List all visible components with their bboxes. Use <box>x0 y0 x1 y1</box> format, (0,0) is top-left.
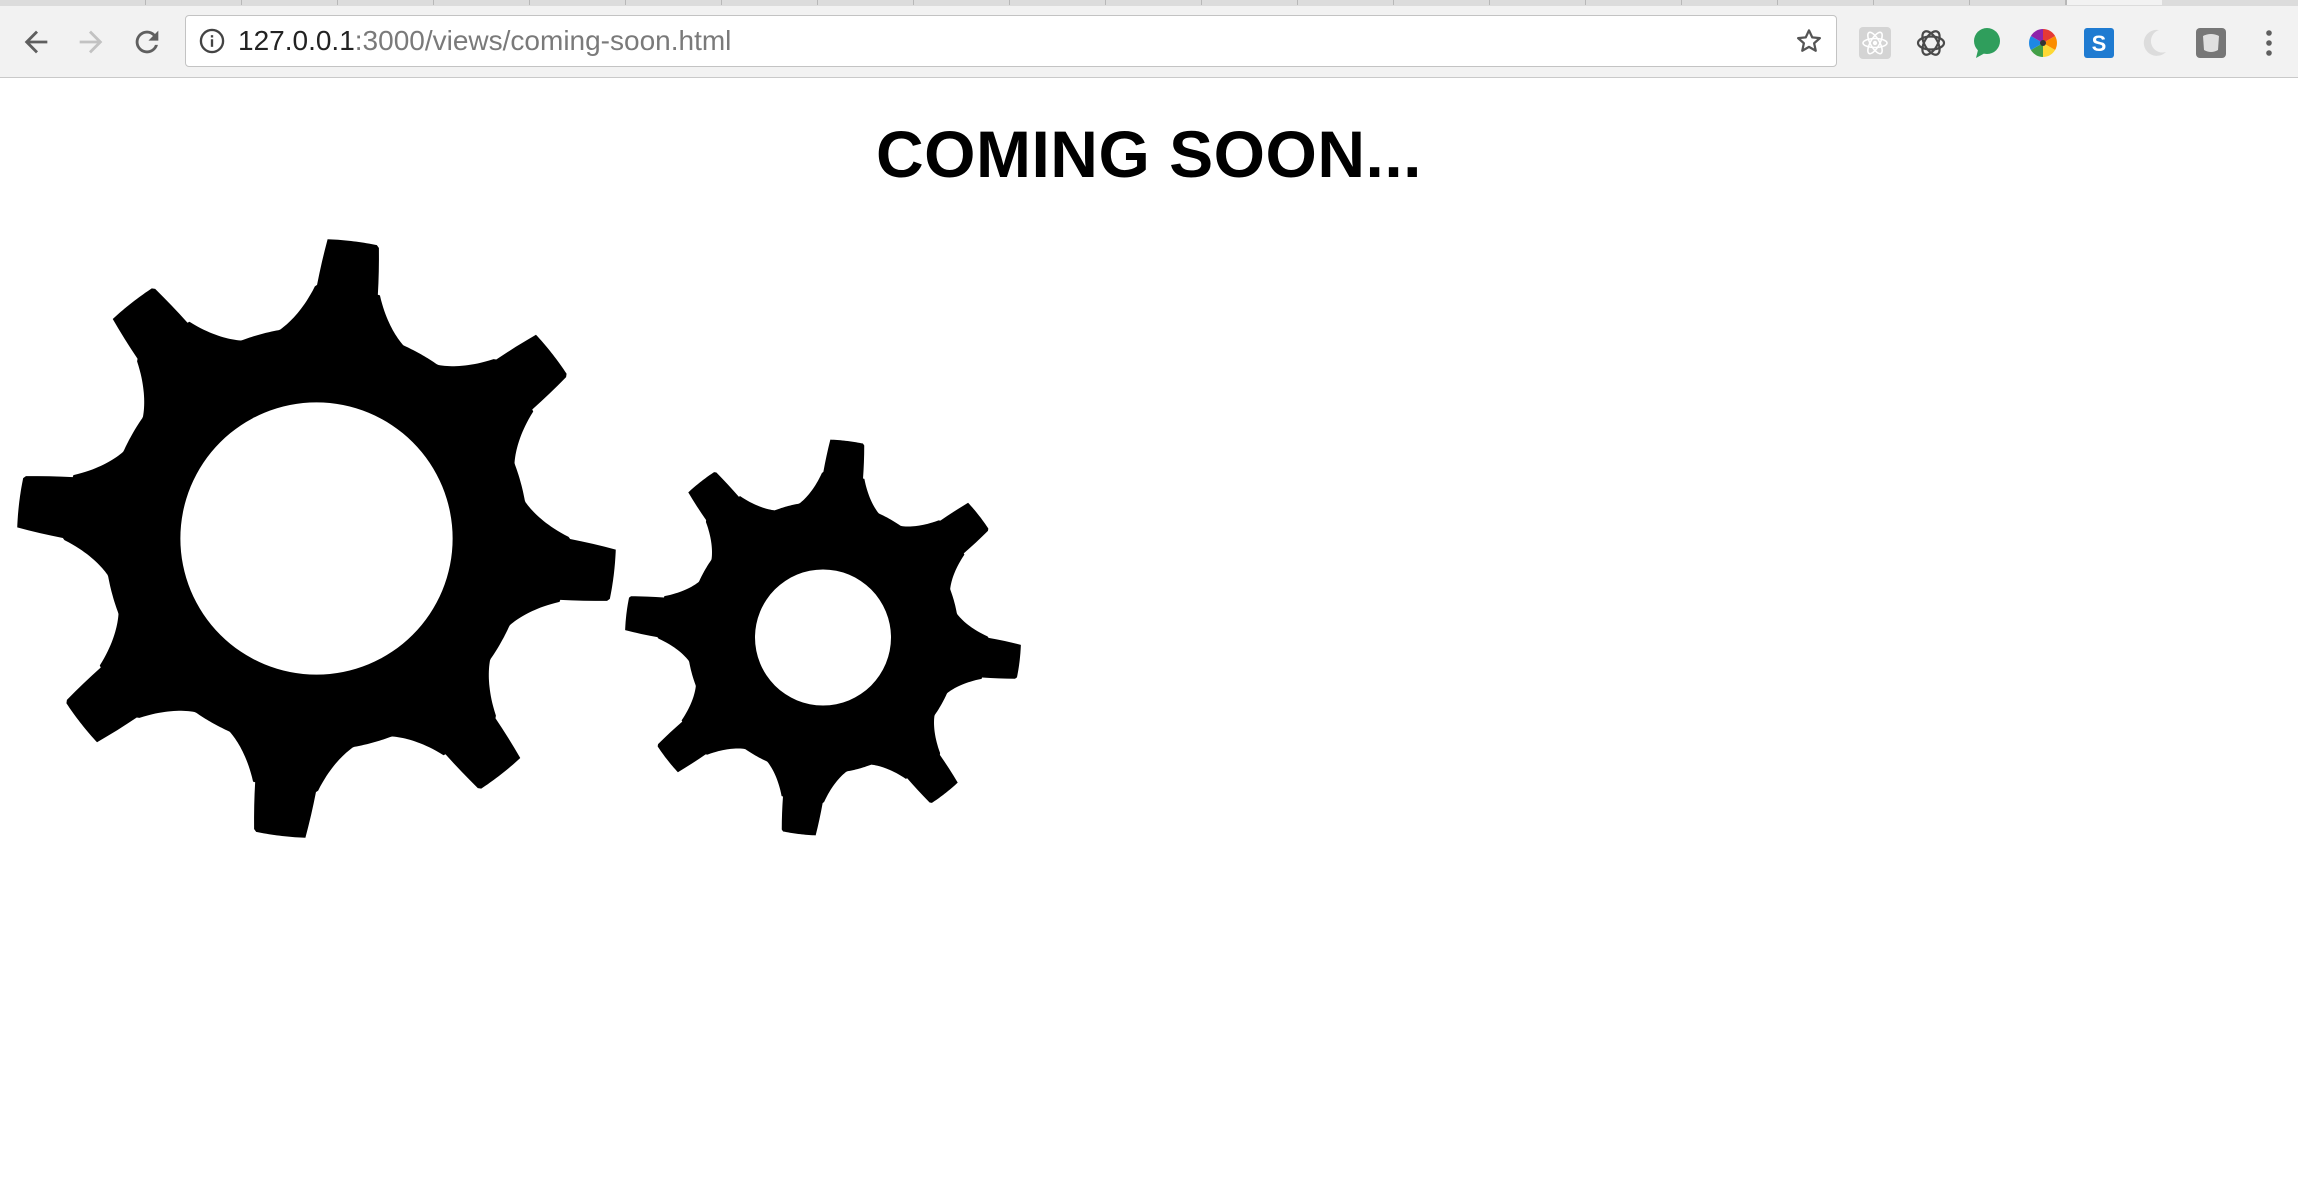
star-icon[interactable] <box>1794 26 1824 56</box>
chatgpt-icon <box>1916 30 1946 56</box>
tab[interactable] <box>146 0 242 5</box>
extension-color-wheel[interactable] <box>2026 26 2060 60</box>
green-chat-icon <box>1974 28 2000 58</box>
gear-icon <box>625 439 1021 836</box>
info-icon[interactable] <box>198 27 226 55</box>
page-title: COMING SOON... <box>875 117 1423 191</box>
tab[interactable] <box>1010 0 1106 5</box>
tab[interactable] <box>1106 0 1202 5</box>
tab[interactable] <box>1682 0 1778 5</box>
tab[interactable] <box>242 0 338 5</box>
react-devtools-icon <box>1859 27 1891 59</box>
tab[interactable] <box>1202 0 1298 5</box>
tab[interactable] <box>1298 0 1394 5</box>
grey-square-icon <box>2196 28 2226 58</box>
arrow-left-icon <box>24 30 48 54</box>
extension-moon[interactable] <box>2138 26 2172 60</box>
tab[interactable] <box>530 0 626 5</box>
tab[interactable] <box>1874 0 1970 5</box>
tab[interactable] <box>1490 0 1586 5</box>
svg-text:S: S <box>2092 31 2107 56</box>
extension-react-devtools[interactable] <box>1858 26 1892 60</box>
url-host: 127.0.0.1 <box>238 25 355 56</box>
extension-green-chat[interactable] <box>1970 26 2004 60</box>
arrow-right-icon <box>79 30 103 54</box>
gear-icon <box>17 239 616 838</box>
forward-button[interactable] <box>71 22 111 62</box>
tab[interactable] <box>626 0 722 5</box>
tab[interactable] <box>722 0 818 5</box>
tab[interactable] <box>0 0 146 5</box>
address-bar[interactable]: 127.0.0.1:3000/views/coming-soon.html <box>185 15 1837 67</box>
kebab-menu-icon[interactable] <box>2254 26 2284 60</box>
color-wheel-icon <box>2029 29 2057 57</box>
tab[interactable] <box>1970 0 2066 5</box>
tab[interactable] <box>1778 0 1874 5</box>
tab[interactable] <box>338 0 434 5</box>
tab-active[interactable] <box>2066 0 2162 5</box>
tab[interactable] <box>434 0 530 5</box>
extension-grey-square[interactable] <box>2194 26 2228 60</box>
url-text[interactable]: 127.0.0.1:3000/views/coming-soon.html <box>238 16 731 66</box>
reload-icon <box>135 30 159 54</box>
reload-button[interactable] <box>127 22 167 62</box>
browser-toolbar: 127.0.0.1:3000/views/coming-soon.html S <box>0 6 2298 78</box>
tab[interactable] <box>1394 0 1490 5</box>
moon-icon <box>2143 29 2166 56</box>
extension-chatgpt[interactable] <box>1914 26 1948 60</box>
url-path: :3000/views/coming-soon.html <box>354 25 732 56</box>
back-button[interactable] <box>16 22 56 62</box>
extension-s[interactable]: S <box>2082 26 2116 60</box>
tab[interactable] <box>818 0 914 5</box>
tab[interactable] <box>1586 0 1682 5</box>
tab[interactable] <box>914 0 1010 5</box>
s-icon: S <box>2084 28 2114 58</box>
